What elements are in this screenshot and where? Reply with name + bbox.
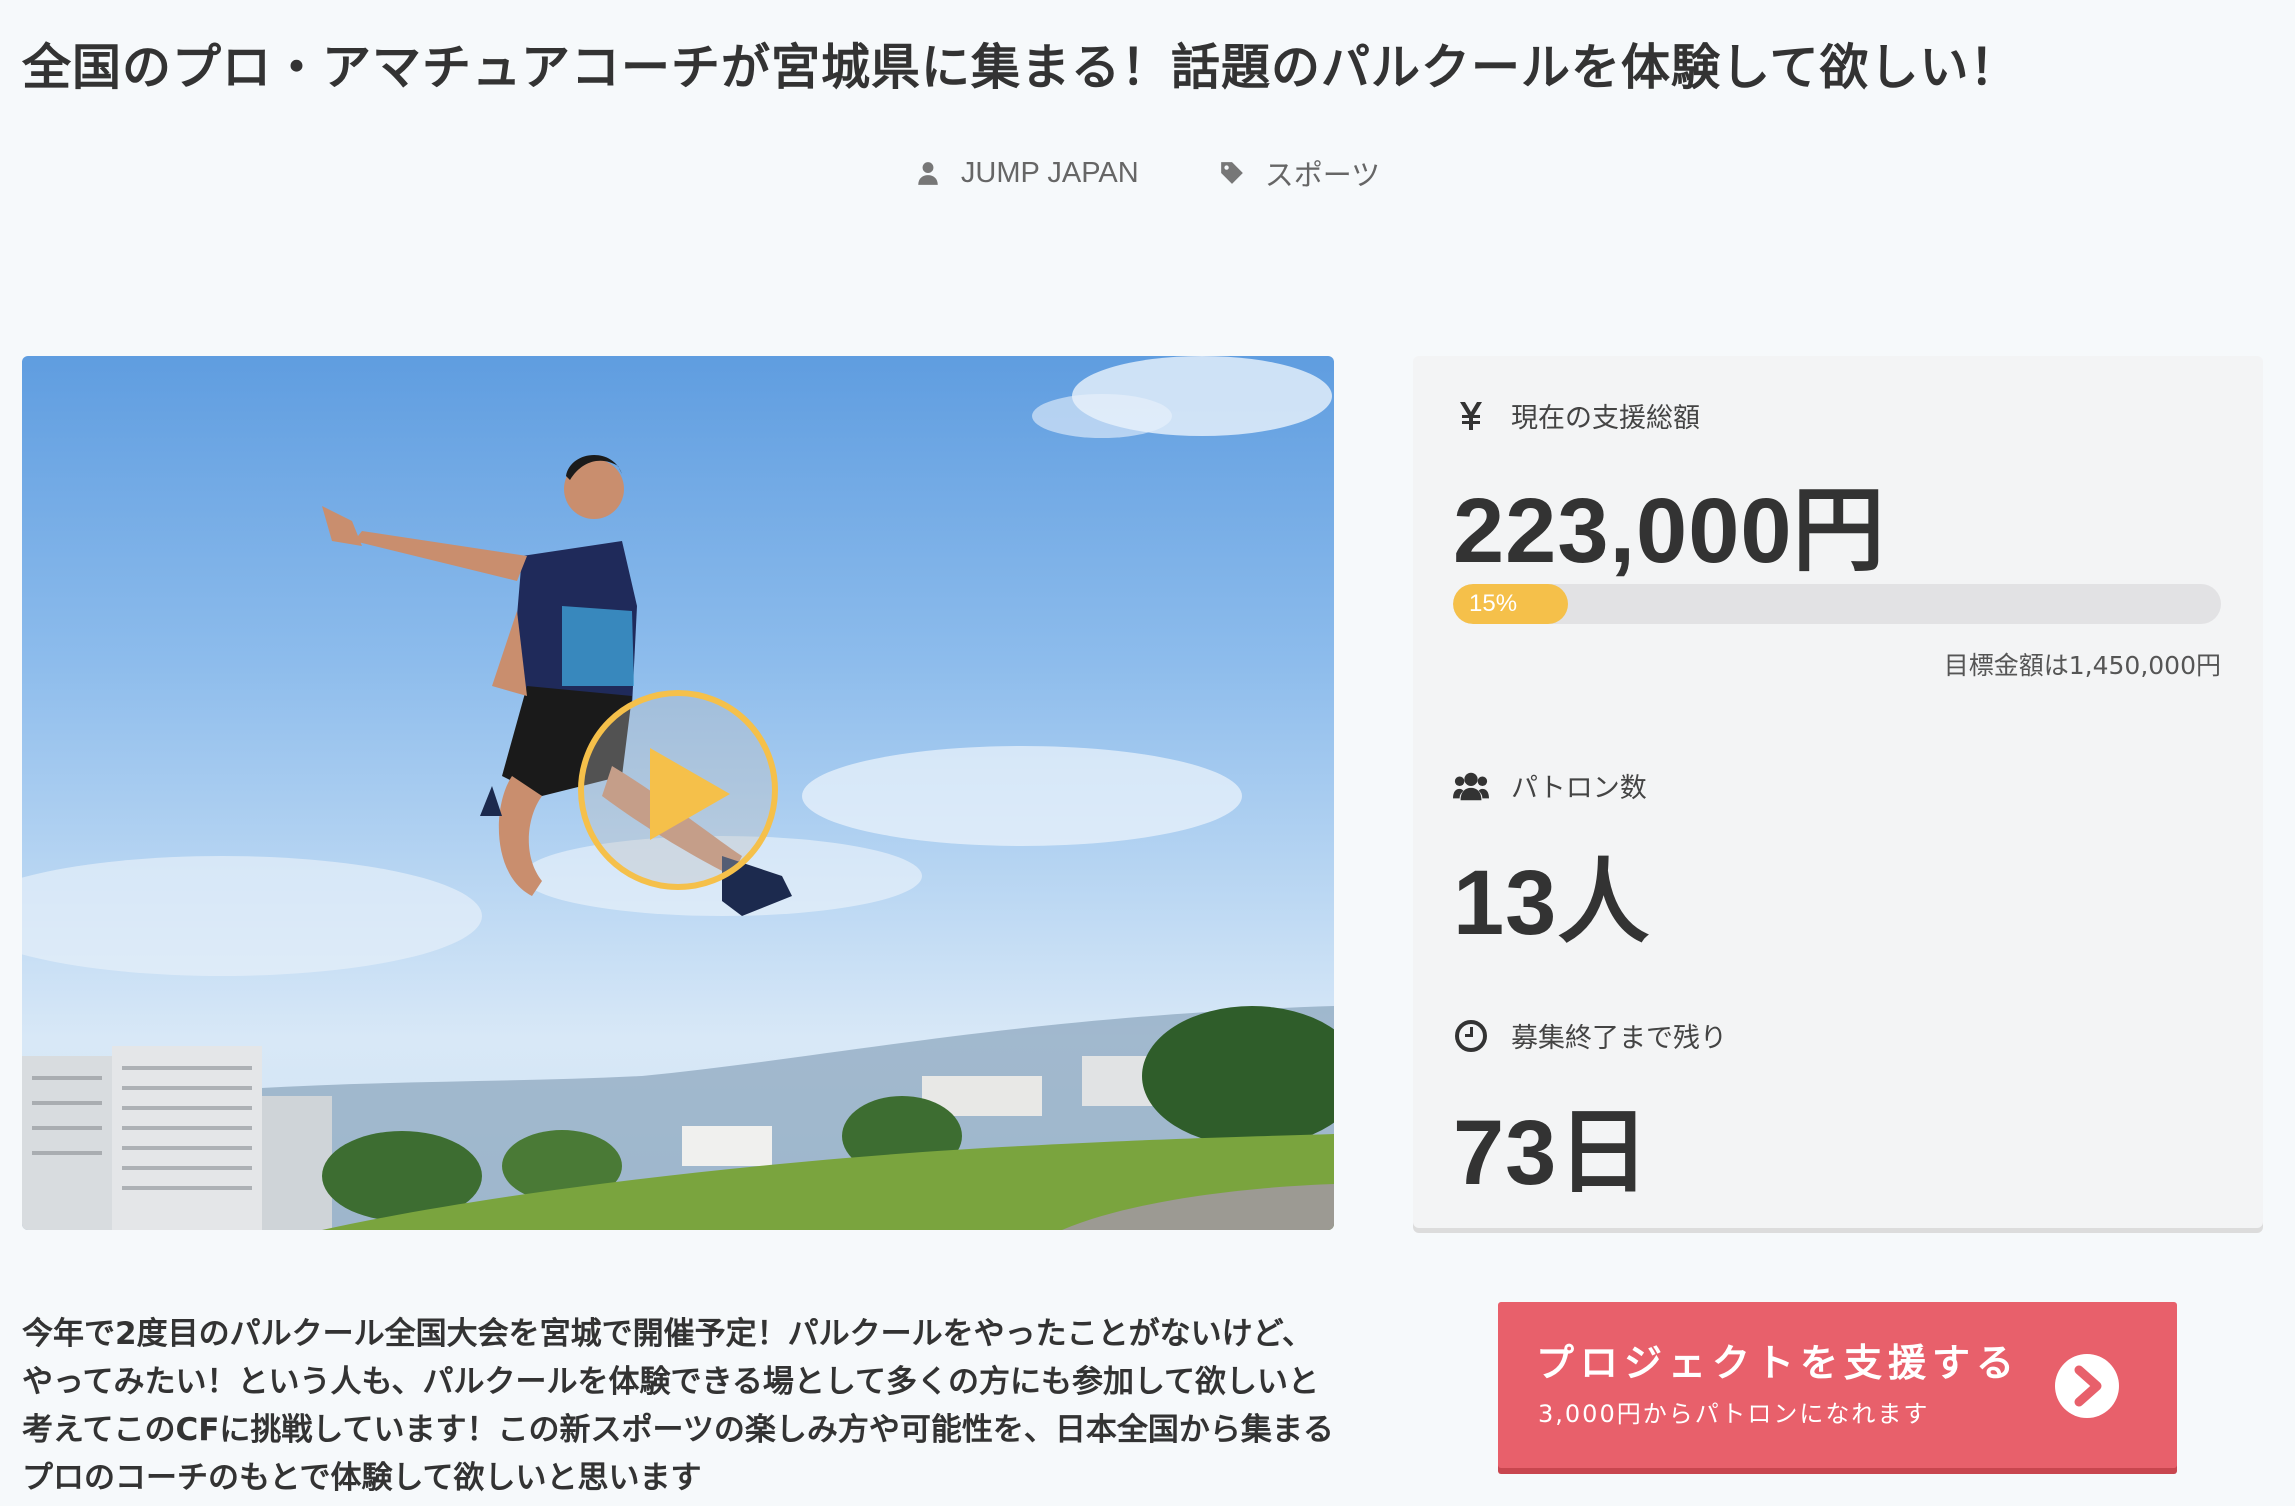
goal-amount: 目標金額は1,450,000円 <box>1943 651 2221 680</box>
patrons-value: 13人 <box>1453 852 1651 954</box>
funding-stats-panel: 現在の支援総額 223,000円 15% 目標金額は1,450,000円 パトロ… <box>1413 356 2263 1228</box>
clock-icon <box>1453 1018 1489 1054</box>
project-video[interactable] <box>22 356 1334 1230</box>
support-project-button[interactable]: プロジェクトを支援する 3,000円からパトロンになれます <box>1498 1302 2177 1468</box>
amount-value: 223,000円 <box>1453 480 1886 582</box>
category-link[interactable]: スポーツ <box>1219 152 1380 194</box>
support-button-label: プロジェクトを支援する <box>1536 1341 2021 1385</box>
owner-link[interactable]: JUMP JAPAN <box>915 152 1139 194</box>
user-icon <box>918 162 938 185</box>
amount-label: 現在の支援総額 <box>1511 403 1700 434</box>
remaining-label: 募集終了まで残り <box>1511 1023 1727 1054</box>
remaining-value: 73日 <box>1453 1102 1651 1204</box>
category-name: スポーツ <box>1264 160 1381 192</box>
patrons-label: パトロン数 <box>1511 773 1647 804</box>
patrons-label-row: パトロン数 <box>1453 766 1647 805</box>
progress-fill: 15% <box>1453 584 1569 624</box>
owner-name: JUMP JAPAN <box>960 156 1139 189</box>
support-button-sub: 3,000円からパトロンになれます <box>1538 1400 1930 1428</box>
chevron-right-icon <box>2055 1354 2119 1418</box>
amount-label-row: 現在の支援総額 <box>1453 396 1700 435</box>
tag-icon <box>1220 162 1243 184</box>
remaining-label-row: 募集終了まで残り <box>1453 1016 1727 1055</box>
yen-icon <box>1453 398 1489 434</box>
project-meta: JUMP JAPAN スポーツ <box>0 152 2295 194</box>
funding-progress-bar: 15% <box>1453 584 2221 624</box>
users-icon <box>1453 768 1489 804</box>
project-description: 今年で2度目のパルクール全国大会を宮城で開催予定！パルクールをやったことがないけ… <box>22 1316 1334 1496</box>
page-title: 全国のプロ・アマチュアコーチが宮城県に集まる！話題のパルクールを体験して欲しい！ <box>22 39 2020 96</box>
play-button[interactable] <box>578 690 778 890</box>
